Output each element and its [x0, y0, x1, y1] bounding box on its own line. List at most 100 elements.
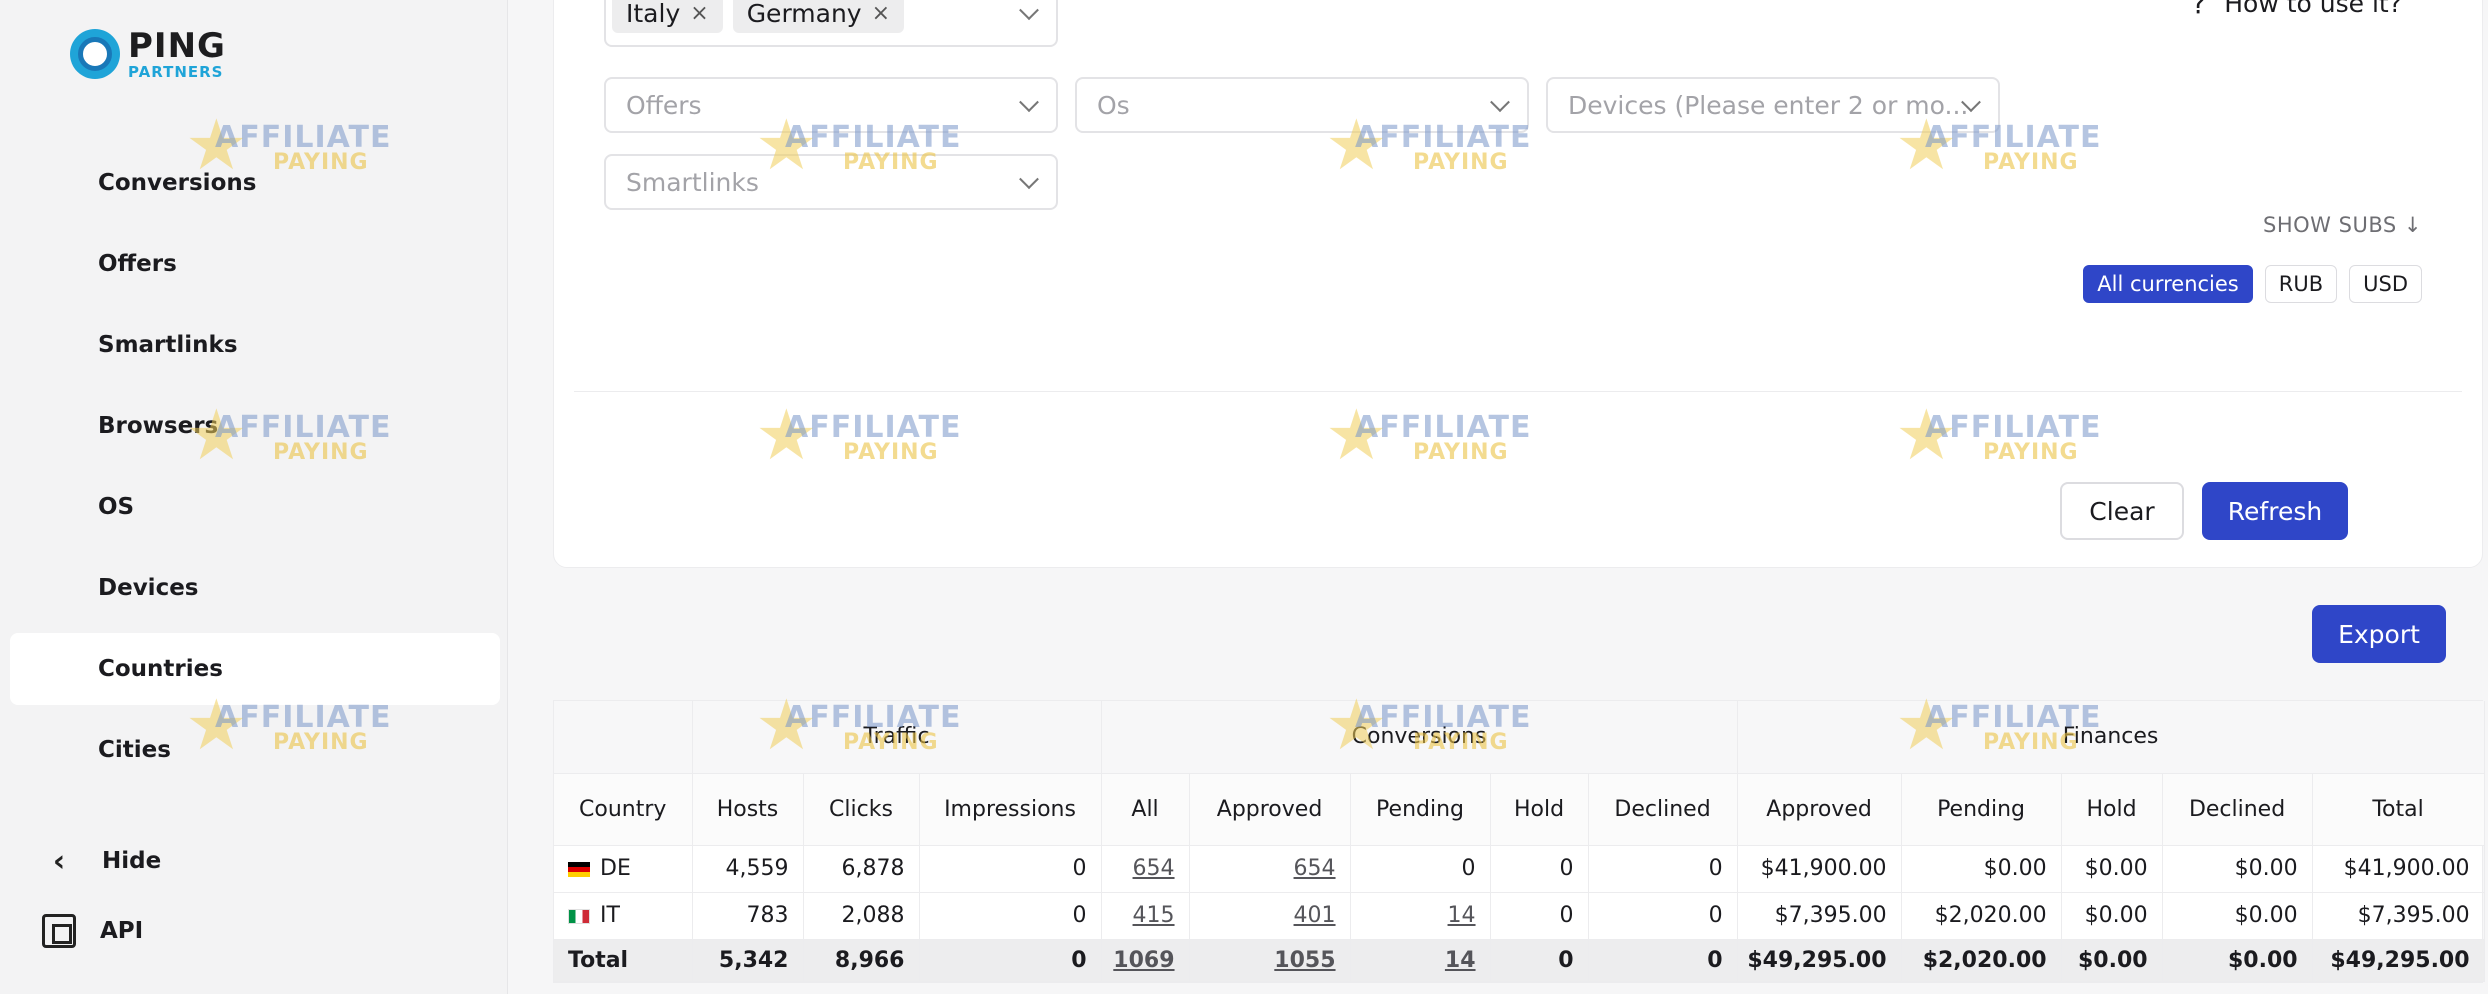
help-label: How to use it?: [2224, 0, 2402, 18]
hosts-cell: 5,342: [692, 939, 804, 982]
flag-it-icon: [568, 908, 590, 924]
offers-placeholder: Offers: [626, 90, 702, 120]
column-header-country[interactable]: Country: [554, 773, 693, 846]
country-cell: DE: [554, 845, 693, 893]
flag-de-icon: [568, 861, 590, 877]
fin-total-cell: $7,395.00: [2312, 892, 2485, 940]
hosts-cell: 4,559: [692, 845, 804, 893]
hide-label: Hide: [102, 848, 162, 874]
fin-declined-cell: $0.00: [2162, 939, 2313, 982]
conv-pending-cell: 0: [1350, 845, 1491, 893]
conv-pending-link[interactable]: 14: [1448, 903, 1476, 928]
column-header-clicks[interactable]: Clicks: [803, 773, 920, 846]
currency-rub-button[interactable]: RUB: [2264, 265, 2338, 303]
sidebar-item-offers[interactable]: Offers: [10, 228, 500, 300]
conv-all-link[interactable]: 1069: [1113, 948, 1174, 973]
hide-sidebar-button[interactable]: ‹ Hide: [40, 826, 480, 896]
devices-placeholder: Devices (Please enter 2 or mo...: [1568, 90, 1969, 120]
country-tag-label: Germany: [746, 0, 862, 28]
column-header-declined[interactable]: Declined: [1588, 773, 1738, 846]
fin-approved-cell: $49,295.00: [1737, 939, 1902, 982]
conv-pending-cell: 14: [1350, 892, 1491, 940]
fin-pending-cell: $0.00: [1901, 845, 2062, 893]
sidebar-item-cities[interactable]: Cities: [10, 714, 500, 786]
clicks-cell: 6,878: [803, 845, 920, 893]
column-header-fin-hold[interactable]: Hold: [2061, 773, 2163, 846]
sidebar-item-os[interactable]: OS: [10, 471, 500, 543]
devices-select[interactable]: Devices (Please enter 2 or mo...: [1546, 77, 2000, 133]
sidebar-item-conversions[interactable]: Conversions: [10, 147, 500, 219]
column-header-hold[interactable]: Hold: [1490, 773, 1589, 846]
group-header-traffic: Traffic: [692, 701, 1102, 774]
ping-logo-icon: [70, 29, 120, 79]
refresh-button[interactable]: Refresh: [2202, 482, 2348, 540]
country-cell: IT: [554, 892, 693, 940]
os-select[interactable]: Os: [1075, 77, 1529, 133]
fin-pending-cell: $2,020.00: [1901, 892, 2062, 940]
impressions-cell: 0: [919, 939, 1102, 982]
sidebar-item-countries[interactable]: Countries: [10, 633, 500, 705]
column-header-fin-total[interactable]: Total: [2312, 773, 2485, 846]
conv-approved-link[interactable]: 654: [1294, 856, 1336, 881]
column-header-fin-approved[interactable]: Approved: [1737, 773, 1902, 846]
conv-all-link[interactable]: 415: [1133, 903, 1175, 928]
country-code: IT: [600, 903, 620, 928]
smartlinks-select[interactable]: Smartlinks: [604, 154, 1058, 210]
os-placeholder: Os: [1097, 90, 1130, 120]
arrow-down-icon: ↓: [2403, 213, 2422, 237]
group-header-finances: Finances: [1737, 701, 2485, 774]
group-header-conversions: Conversions: [1101, 701, 1738, 774]
sidebar-item-devices[interactable]: Devices: [10, 552, 500, 624]
conv-hold-cell: 0: [1490, 892, 1589, 940]
conv-all-link[interactable]: 654: [1133, 856, 1175, 881]
conv-approved-cell: 654: [1189, 845, 1351, 893]
remove-tag-icon[interactable]: ×: [872, 1, 890, 26]
fin-total-cell: $41,900.00: [2312, 845, 2485, 893]
currency-usd-button[interactable]: USD: [2349, 265, 2422, 303]
impressions-cell: 0: [919, 845, 1102, 893]
fin-hold-cell: $0.00: [2061, 939, 2163, 982]
brand-title: PING: [128, 25, 226, 66]
fin-hold-cell: $0.00: [2061, 892, 2163, 940]
chevron-down-icon: [1019, 92, 1039, 113]
column-header-fin-pending[interactable]: Pending: [1901, 773, 2062, 846]
filter-panel: Italy × Germany × ? How to use it? Offer…: [553, 0, 2483, 568]
brand-logo[interactable]: PING PARTNERS: [70, 28, 226, 80]
remove-tag-icon[interactable]: ×: [690, 1, 708, 26]
api-label: API: [100, 918, 144, 944]
fin-approved-cell: $41,900.00: [1737, 845, 1902, 893]
fin-declined-cell: $0.00: [2162, 892, 2313, 940]
column-header-hosts[interactable]: Hosts: [692, 773, 804, 846]
country-select[interactable]: Italy × Germany ×: [604, 0, 1058, 47]
api-button[interactable]: API: [40, 896, 480, 966]
conv-pending-link[interactable]: 14: [1445, 948, 1476, 973]
country-tag: Italy ×: [612, 0, 723, 33]
fin-total-cell: $49,295.00: [2312, 939, 2485, 982]
column-header-approved[interactable]: Approved: [1189, 773, 1351, 846]
sidebar-item-browsers[interactable]: Browsers: [10, 390, 500, 462]
offers-select[interactable]: Offers: [604, 77, 1058, 133]
divider: [574, 391, 2462, 392]
column-header-pending[interactable]: Pending: [1350, 773, 1491, 846]
column-header-fin-declined[interactable]: Declined: [2162, 773, 2313, 846]
help-link[interactable]: ? How to use it?: [2191, 0, 2402, 20]
conv-hold-cell: 0: [1490, 845, 1589, 893]
column-header-all[interactable]: All: [1101, 773, 1190, 846]
currency-switcher: All currencies RUB USD: [2083, 265, 2422, 303]
conv-approved-link[interactable]: 401: [1294, 903, 1336, 928]
export-button[interactable]: Export: [2312, 605, 2446, 663]
clear-button[interactable]: Clear: [2060, 482, 2184, 540]
chip-icon: [42, 914, 76, 948]
sidebar: PING PARTNERS Conversions Offers Smartli…: [0, 0, 508, 994]
show-subs-toggle[interactable]: SHOW SUBS ↓: [2263, 213, 2422, 237]
column-header-impressions[interactable]: Impressions: [919, 773, 1102, 846]
conv-all-cell: 654: [1101, 845, 1190, 893]
fin-pending-cell: $2,020.00: [1901, 939, 2062, 982]
table-row: DE 4,559 6,878 0 654 654 0 0 0 $41,900.0…: [554, 845, 2485, 893]
conv-approved-link[interactable]: 1055: [1274, 948, 1335, 973]
currency-all-button[interactable]: All currencies: [2083, 265, 2253, 303]
conv-all-cell: 1069: [1101, 939, 1190, 982]
impressions-cell: 0: [919, 892, 1102, 940]
conv-pending-cell: 14: [1350, 939, 1491, 982]
sidebar-item-smartlinks[interactable]: Smartlinks: [10, 309, 500, 381]
